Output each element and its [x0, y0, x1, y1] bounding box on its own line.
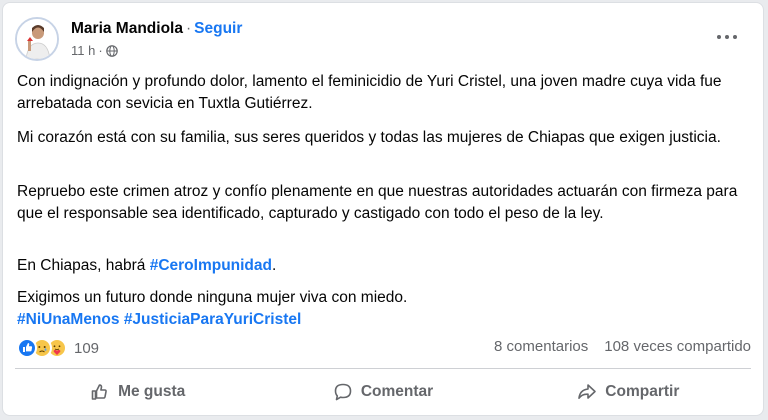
post-card: Maria Mandiola · Seguir 11 h · Con indigna…: [2, 2, 764, 416]
post-paragraph: Con indignación y profundo dolor, lament…: [17, 73, 722, 112]
share-button[interactable]: Compartir: [506, 373, 751, 411]
paragraph-end: .: [272, 257, 277, 274]
action-bar: Me gusta Comentar Compartir: [15, 373, 751, 411]
hashtag-link[interactable]: #NiUnaMenos: [17, 311, 120, 328]
paragraph-text: Exigimos un futuro donde ninguna mujer v…: [17, 289, 408, 306]
separator-dot: ·: [98, 43, 103, 58]
comments-count[interactable]: 8 comentarios: [494, 338, 588, 355]
like-label: Me gusta: [118, 383, 186, 400]
post-stats: 109 8 comentarios 108 veces compartido: [17, 338, 751, 362]
engagement-counts: 8 comentarios 108 veces compartido: [494, 338, 751, 355]
post-paragraph: Repruebo este crimen atroz y confío plen…: [17, 183, 738, 222]
avatar[interactable]: [15, 17, 59, 61]
post-header: Maria Mandiola · Seguir 11 h ·: [15, 15, 751, 65]
separator-dot: ·: [185, 20, 192, 37]
post-time[interactable]: 11 h: [71, 43, 95, 58]
shares-count[interactable]: 108 veces compartido: [604, 338, 751, 355]
reactions-count[interactable]: 109: [74, 340, 99, 357]
hashtag-link[interactable]: #JusticiaParaYuriCristel: [124, 311, 302, 328]
comment-icon: [334, 383, 352, 401]
share-icon: [578, 384, 597, 399]
post-paragraph: Exigimos un futuro donde ninguna mujer v…: [17, 287, 407, 331]
post-paragraph: Mi corazón está con su familia, sus sere…: [17, 129, 721, 146]
author-name[interactable]: Maria Mandiola: [71, 20, 183, 37]
like-reaction-icon: [17, 338, 37, 358]
thumbs-up-icon: [91, 384, 107, 400]
paragraph-text: En Chiapas, habrá: [17, 257, 150, 274]
comment-label: Comentar: [360, 383, 434, 400]
post-paragraph: En Chiapas, habrá #CeroImpunidad.: [17, 255, 276, 277]
more-options-icon[interactable]: [715, 27, 743, 47]
hashtag-link[interactable]: #CeroImpunidad: [150, 257, 272, 274]
share-label: Compartir: [605, 383, 680, 400]
reactions-summary[interactable]: 109: [17, 338, 99, 358]
author-line: Maria Mandiola · Seguir: [71, 20, 242, 38]
globe-icon[interactable]: [105, 44, 118, 57]
comment-button[interactable]: Comentar: [260, 373, 505, 411]
post-meta: 11 h ·: [71, 43, 118, 58]
like-button[interactable]: Me gusta: [15, 373, 260, 411]
divider: [15, 368, 751, 369]
follow-button[interactable]: Seguir: [194, 20, 242, 37]
